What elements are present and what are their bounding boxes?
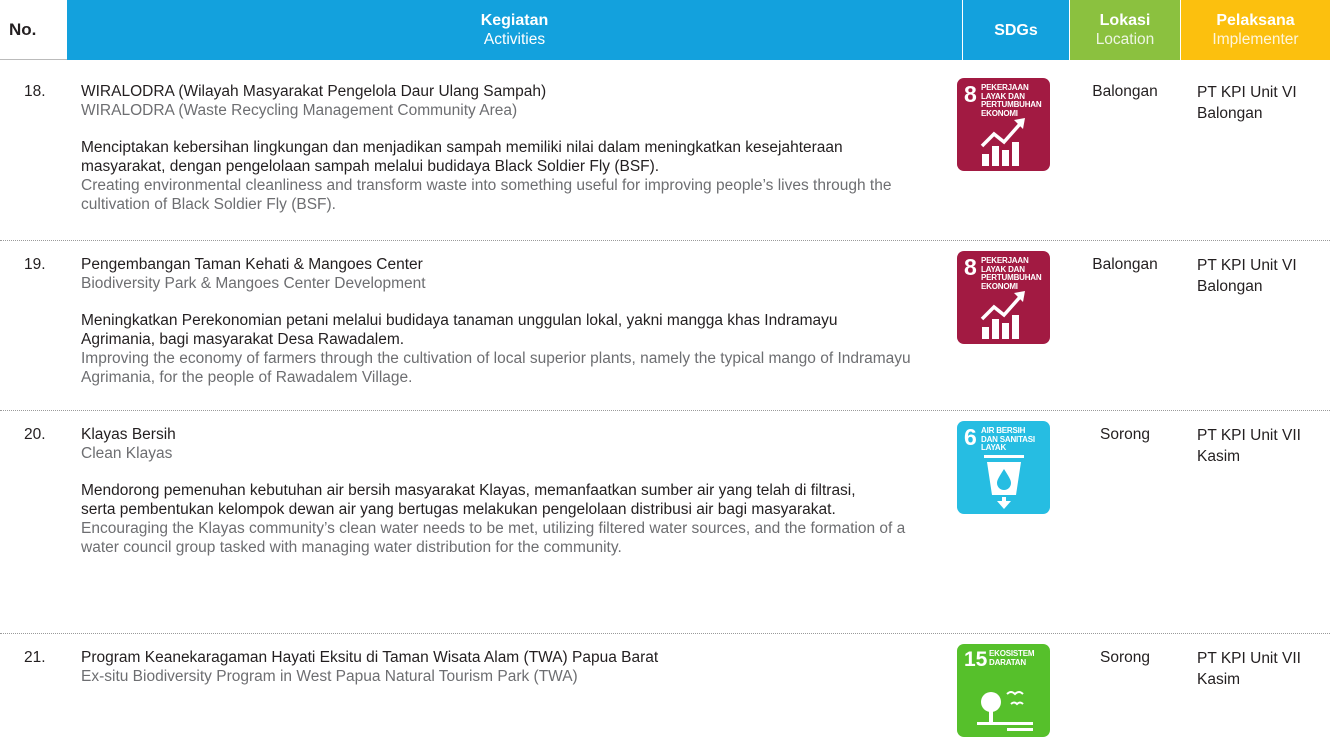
activity-desc-en: Improving the economy of farmers through… — [81, 350, 911, 386]
growth-chart-icon — [980, 118, 1025, 166]
header-no-label: No. — [9, 20, 37, 39]
sdg-number: 15 — [964, 648, 988, 671]
implementer-cell: PT KPI Unit VII Kasim — [1197, 650, 1301, 688]
growth-chart-icon — [980, 291, 1025, 339]
header-implementer-id: Pelaksana — [1216, 12, 1295, 29]
activity-title-id: Pengembangan Taman Kehati & Mangoes Cent… — [81, 256, 423, 273]
activity-title-id: WIRALODRA (Wilayah Masyarakat Pengelola … — [81, 83, 547, 100]
header-sdgs-label: SDGs — [994, 21, 1038, 39]
activity-title-en: Ex-situ Biodiversity Program in West Pap… — [81, 668, 578, 685]
sdg-8-tile: 8 PEKERJAAN LAYAK DAN PERTUMBUHAN EKONOM… — [957, 78, 1050, 171]
header-sdgs: SDGs — [963, 0, 1069, 60]
activity-title-en: WIRALODRA (Waste Recycling Management Co… — [81, 102, 518, 119]
header-activities-en: Activities — [483, 31, 546, 48]
header-location: Lokasi Location — [1070, 0, 1180, 60]
activity-desc-id: Meningkatkan Perekonomian petani melalui… — [81, 312, 838, 348]
location-cell: Balongan — [1092, 256, 1158, 273]
sdg-15-tile: 15 EKOSISTEM DARATAN — [957, 644, 1050, 737]
table-row: 21. Program Keanekaragaman Hayati Eksitu… — [0, 644, 1330, 744]
tree-birds-icon — [977, 691, 1033, 731]
header-no: No. — [0, 0, 67, 60]
implementer-cell: PT KPI Unit VI Balongan — [1197, 84, 1297, 122]
sdg-label: EKOSISTEM DARATAN — [989, 649, 1035, 667]
activity-cell: Pengembangan Taman Kehati & Mangoes Cent… — [81, 255, 951, 387]
header-implementer-en: Implementer — [1212, 31, 1299, 48]
sdg-number: 8 — [964, 81, 977, 107]
activity-cell: Program Keanekaragaman Hayati Eksitu di … — [81, 648, 951, 686]
sdg-number: 6 — [964, 424, 977, 450]
row-number: 18. — [24, 83, 46, 100]
implementer-cell: PT KPI Unit VI Balongan — [1197, 257, 1297, 295]
location-cell: Balongan — [1092, 83, 1158, 100]
sdg-8-tile: 8 PEKERJAAN LAYAK DAN PERTUMBUHAN EKONOM… — [957, 251, 1050, 344]
location-cell: Sorong — [1100, 426, 1150, 443]
table-row: 19. Pengembangan Taman Kehati & Mangoes … — [0, 251, 1330, 411]
implementer-cell: PT KPI Unit VII Kasim — [1197, 427, 1301, 465]
location-cell: Sorong — [1100, 649, 1150, 666]
activity-title-en: Biodiversity Park & Mangoes Center Devel… — [81, 275, 426, 292]
activity-cell: Klayas Bersih Clean Klayas Mendorong pem… — [81, 425, 951, 557]
activity-desc-en: Creating environmental cleanliness and t… — [81, 177, 892, 213]
header-activities: Kegiatan Activities — [67, 0, 962, 60]
water-glass-icon — [984, 455, 1024, 509]
activity-desc-id: Menciptakan kebersihan lingkungan dan me… — [81, 139, 843, 175]
header-location-en: Location — [1095, 31, 1155, 48]
row-number: 20. — [24, 426, 46, 443]
sdg-label: PEKERJAAN LAYAK DAN PERTUMBUHAN EKONOMI — [981, 83, 1042, 118]
header-location-id: Lokasi — [1099, 12, 1151, 29]
sdg-label: PEKERJAAN LAYAK DAN PERTUMBUHAN EKONOMI — [981, 256, 1042, 291]
sdg-6-tile: 6 AIR BERSIH DAN SANITASI LAYAK — [957, 421, 1050, 514]
table-row: 20. Klayas Bersih Clean Klayas Mendorong… — [0, 421, 1330, 634]
activity-title-id: Program Keanekaragaman Hayati Eksitu di … — [81, 649, 659, 666]
table-row: 18. WIRALODRA (Wilayah Masyarakat Pengel… — [0, 78, 1330, 241]
sdg-label: AIR BERSIH DAN SANITASI LAYAK — [981, 426, 1035, 452]
activity-desc-id: Mendorong pemenuhan kebutuhan air bersih… — [81, 482, 856, 518]
activity-desc-en: Encouraging the Klayas community’s clean… — [81, 520, 906, 556]
header-implementer: Pelaksana Implementer — [1181, 0, 1330, 60]
activity-cell: WIRALODRA (Wilayah Masyarakat Pengelola … — [81, 82, 951, 214]
activity-title-en: Clean Klayas — [81, 445, 173, 462]
sdg-number: 8 — [964, 254, 977, 280]
row-number: 21. — [24, 649, 46, 666]
activity-title-id: Klayas Bersih — [81, 426, 176, 443]
header-activities-id: Kegiatan — [480, 12, 549, 29]
row-number: 19. — [24, 256, 46, 273]
